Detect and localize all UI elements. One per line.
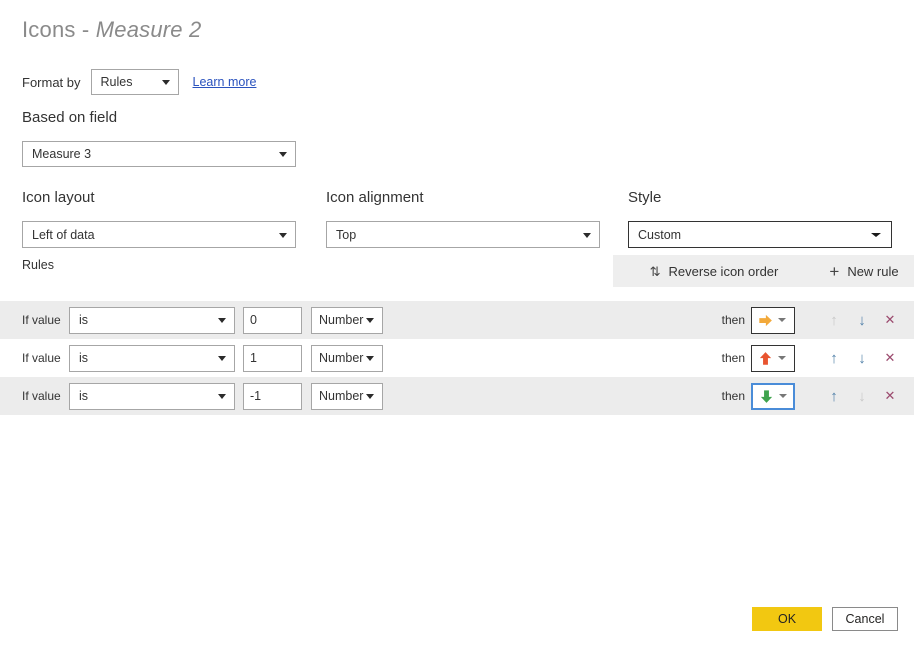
arrow-right-orange-icon bbox=[752, 313, 778, 328]
rule-icon-picker[interactable] bbox=[751, 306, 795, 334]
rule-row-actions: ↑ ↓ ✕ bbox=[826, 387, 898, 405]
chevron-down-icon bbox=[366, 318, 374, 323]
rule-row: If value is Number then ↑ ↓ ✕ bbox=[0, 339, 914, 377]
chevron-down-icon bbox=[583, 232, 591, 238]
ok-button[interactable]: OK bbox=[752, 607, 822, 631]
plus-icon: + bbox=[829, 261, 840, 281]
icon-alignment-label: Icon alignment bbox=[326, 189, 424, 206]
remove-rule-icon[interactable]: ✕ bbox=[882, 311, 898, 329]
chevron-down-icon bbox=[871, 232, 881, 237]
move-rule-up-icon: ↑ bbox=[830, 311, 838, 329]
page-title-measure: Measure 2 bbox=[95, 17, 202, 42]
format-by-dropdown[interactable]: Rules bbox=[90, 69, 179, 95]
rule-type-dropdown[interactable]: Number bbox=[311, 306, 383, 334]
format-by-value: Rules bbox=[100, 75, 133, 89]
remove-rule-icon[interactable]: ✕ bbox=[882, 349, 898, 367]
rule-icon-picker[interactable] bbox=[751, 344, 795, 372]
page-title-prefix: Icons - bbox=[22, 17, 96, 42]
then-label: then bbox=[721, 313, 745, 327]
chevron-down-icon bbox=[778, 356, 786, 360]
new-rule-button[interactable]: + New rule bbox=[793, 255, 914, 287]
move-rule-up-icon[interactable]: ↑ bbox=[826, 349, 842, 367]
icon-layout-label: Icon layout bbox=[22, 189, 95, 206]
reverse-order-icon: ⇅ bbox=[649, 263, 661, 279]
then-label: then bbox=[721, 389, 745, 403]
based-on-field-label: Based on field bbox=[22, 109, 118, 126]
arrow-down-green-icon bbox=[753, 389, 779, 404]
page-title: Icons - Measure 2 bbox=[22, 17, 201, 43]
chevron-down-icon bbox=[279, 152, 287, 157]
move-rule-up-icon[interactable]: ↑ bbox=[826, 387, 842, 405]
arrow-up-red-icon bbox=[752, 351, 778, 366]
format-by-row: Format by Rules Learn more bbox=[22, 69, 256, 95]
if-value-label: If value bbox=[22, 389, 61, 403]
if-value-label: If value bbox=[22, 351, 61, 365]
new-rule-label: New rule bbox=[847, 263, 899, 279]
chevron-down-icon bbox=[218, 318, 226, 323]
format-by-label: Format by bbox=[22, 74, 81, 90]
chevron-down-icon bbox=[779, 394, 787, 398]
rule-row-actions: ↑ ↓ ✕ bbox=[826, 311, 898, 329]
rule-condition-dropdown[interactable]: is bbox=[69, 344, 235, 372]
rule-row: If value is Number then ↑ ↓ ✕ bbox=[0, 301, 914, 339]
rule-type-value: Number bbox=[319, 389, 364, 403]
rule-value-input[interactable] bbox=[243, 344, 302, 372]
chevron-down-icon bbox=[161, 80, 170, 85]
rule-row: If value is Number then ↑ ↓ ✕ bbox=[0, 377, 914, 415]
learn-more-link[interactable]: Learn more bbox=[193, 75, 257, 89]
chevron-down-icon bbox=[218, 356, 226, 361]
icon-layout-value: Left of data bbox=[32, 227, 95, 242]
if-value-label: If value bbox=[22, 313, 61, 327]
chevron-down-icon bbox=[279, 232, 287, 238]
style-dropdown[interactable]: Custom bbox=[628, 221, 892, 248]
rule-type-value: Number bbox=[319, 313, 364, 327]
chevron-down-icon bbox=[778, 318, 786, 322]
move-rule-down-icon[interactable]: ↓ bbox=[854, 349, 870, 367]
style-label: Style bbox=[628, 189, 662, 206]
rule-row-actions: ↑ ↓ ✕ bbox=[826, 349, 898, 367]
rule-value-input[interactable] bbox=[243, 306, 302, 334]
icon-alignment-value: Top bbox=[336, 227, 357, 242]
rules-list: If value is Number then ↑ ↓ ✕ If value is Number t… bbox=[0, 301, 914, 415]
icon-alignment-dropdown[interactable]: Top bbox=[326, 221, 600, 248]
remove-rule-icon[interactable]: ✕ bbox=[882, 387, 898, 405]
based-on-field-value: Measure 3 bbox=[32, 147, 92, 161]
rule-type-value: Number bbox=[319, 351, 364, 365]
style-value: Custom bbox=[638, 227, 682, 242]
chevron-down-icon bbox=[366, 356, 374, 361]
rule-condition-value: is bbox=[79, 313, 89, 327]
reverse-icon-order-label: Reverse icon order bbox=[668, 263, 779, 279]
icon-layout-dropdown[interactable]: Left of data bbox=[22, 221, 296, 248]
rule-type-dropdown[interactable]: Number bbox=[311, 344, 383, 372]
reverse-icon-order-button[interactable]: ⇅ Reverse icon order bbox=[613, 255, 815, 287]
rule-condition-value: is bbox=[79, 389, 89, 403]
move-rule-down-icon[interactable]: ↓ bbox=[854, 311, 870, 329]
rule-type-dropdown[interactable]: Number bbox=[311, 382, 383, 410]
based-on-field-dropdown[interactable]: Measure 3 bbox=[22, 141, 296, 167]
chevron-down-icon bbox=[366, 394, 374, 399]
move-rule-down-icon: ↓ bbox=[858, 387, 866, 405]
rule-condition-value: is bbox=[79, 351, 89, 365]
rules-label: Rules bbox=[22, 258, 54, 272]
rule-icon-picker[interactable] bbox=[751, 382, 795, 410]
rule-condition-dropdown[interactable]: is bbox=[69, 382, 235, 410]
rule-value-input[interactable] bbox=[243, 382, 302, 410]
cancel-button[interactable]: Cancel bbox=[832, 607, 898, 631]
rule-condition-dropdown[interactable]: is bbox=[69, 306, 235, 334]
chevron-down-icon bbox=[218, 394, 226, 399]
then-label: then bbox=[721, 351, 745, 365]
